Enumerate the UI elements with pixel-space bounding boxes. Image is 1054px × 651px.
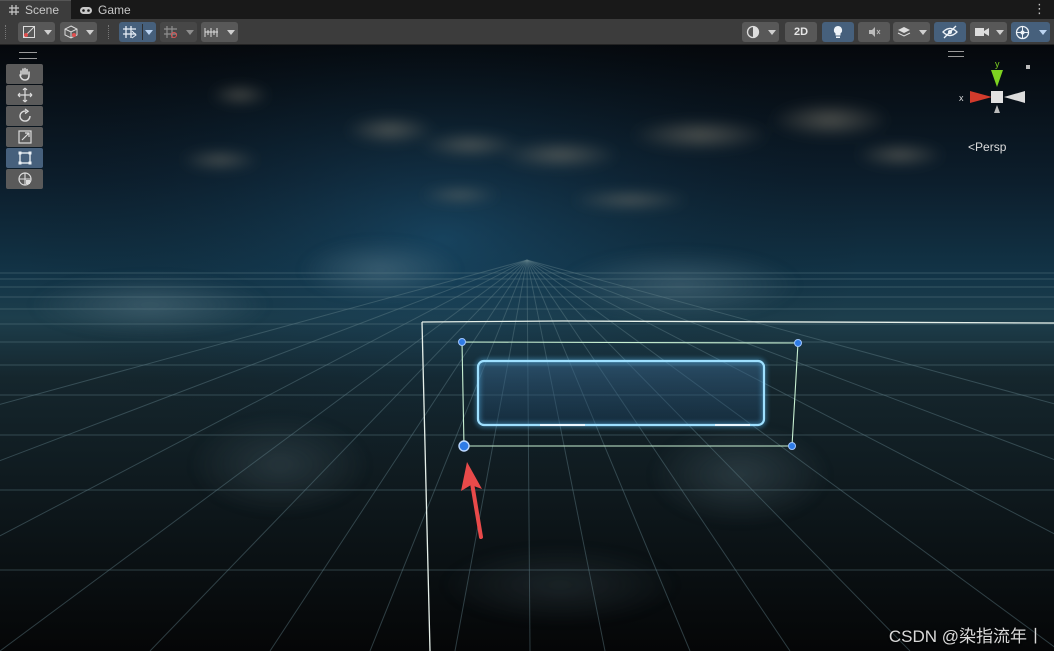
- scene-camera-dropdown[interactable]: [970, 22, 1007, 42]
- increment-snap-icon: [164, 26, 177, 38]
- ui-panel-image[interactable]: [475, 358, 767, 428]
- neg-y-axis-cone[interactable]: [994, 105, 1000, 113]
- tab-bar: Scene Game ⋮: [0, 0, 1054, 19]
- rotate-tool[interactable]: [6, 106, 43, 126]
- gizmo-globe-icon: [1015, 25, 1030, 40]
- move-tool[interactable]: [6, 85, 43, 105]
- draw-mode-dropdown[interactable]: [18, 22, 55, 42]
- draw-mode-icon: [23, 26, 35, 38]
- scene-render: [0, 45, 1054, 651]
- speaker-mute-icon: [869, 27, 881, 37]
- effects-dropdown[interactable]: [893, 22, 930, 42]
- move-arrows-icon: [17, 87, 32, 103]
- x-axis-cone[interactable]: [970, 91, 992, 103]
- tool-palette: [6, 52, 43, 190]
- resize-handle-bottom-left[interactable]: [458, 440, 470, 452]
- shading-dropdown[interactable]: [742, 22, 779, 42]
- tab-scene-label: Scene: [25, 3, 60, 17]
- 2d-label: 2D: [793, 26, 809, 38]
- resize-handle-top-left[interactable]: [458, 338, 466, 346]
- layers-icon: [897, 27, 911, 37]
- sphere-icon: [746, 25, 760, 39]
- hidden-objects-toggle[interactable]: [934, 22, 966, 42]
- projection-label: Persp: [975, 140, 1007, 154]
- x-axis-label: x: [959, 93, 964, 103]
- neg-x-axis-cone[interactable]: [1004, 91, 1025, 103]
- transform-icon: [17, 172, 32, 186]
- cube-icon: [64, 25, 78, 39]
- grid-icon: [8, 4, 20, 16]
- gamepad-icon: [79, 4, 93, 16]
- center-cube[interactable]: [991, 91, 1003, 103]
- resize-handle-bottom-right[interactable]: [788, 442, 796, 450]
- ruler-icon: [204, 28, 218, 37]
- audio-toggle[interactable]: [858, 22, 890, 42]
- transform-tool[interactable]: [6, 169, 43, 189]
- toolbar-grip[interactable]: [5, 25, 8, 39]
- rotate-icon: [18, 108, 31, 122]
- scale-tool[interactable]: [6, 127, 43, 147]
- more-options-icon[interactable]: ⋮: [1033, 1, 1046, 17]
- scale-icon: [17, 130, 32, 144]
- z-axis-marker[interactable]: [1026, 65, 1030, 69]
- snap-settings-dropdown[interactable]: [201, 22, 238, 42]
- rect-tool[interactable]: [6, 148, 43, 168]
- camera-icon: [975, 28, 989, 36]
- persp-chevron-icon: <: [968, 140, 976, 154]
- 2d-toggle[interactable]: 2D: [785, 22, 817, 42]
- hand-icon: [18, 67, 30, 81]
- hand-tool[interactable]: [6, 64, 43, 84]
- axis-gizmo-graphic: y x: [959, 59, 1030, 113]
- scene-viewport[interactable]: y x <Persp CSDN @染指流年丨: [0, 45, 1054, 651]
- gizmos-dropdown[interactable]: [1011, 22, 1050, 42]
- tab-scene[interactable]: Scene: [0, 0, 72, 19]
- toolbar-divider: [108, 25, 111, 39]
- rect-transform-icon: [18, 151, 31, 165]
- orientation-gizmo[interactable]: y x <Persp: [944, 45, 1054, 165]
- projection-toggle[interactable]: <Persp: [968, 140, 1006, 154]
- grid-snap-icon: [123, 26, 137, 39]
- grid-snap-toggle[interactable]: [119, 22, 156, 42]
- scene-toolbar: 2D: [0, 19, 1054, 45]
- lighting-toggle[interactable]: [822, 22, 854, 42]
- lightbulb-icon: [833, 26, 843, 38]
- tool-palette-grip[interactable]: [19, 52, 37, 59]
- tab-game[interactable]: Game: [71, 0, 143, 19]
- increment-snap-dropdown[interactable]: [160, 22, 197, 42]
- tab-game-label: Game: [98, 2, 131, 17]
- y-axis-cone[interactable]: [991, 70, 1003, 87]
- resize-handle-top-right[interactable]: [794, 339, 802, 347]
- watermark: CSDN @染指流年丨: [888, 627, 1044, 646]
- y-axis-label: y: [995, 59, 1000, 69]
- eye-slash-icon: [942, 25, 958, 39]
- render-mode-dropdown[interactable]: [60, 22, 97, 42]
